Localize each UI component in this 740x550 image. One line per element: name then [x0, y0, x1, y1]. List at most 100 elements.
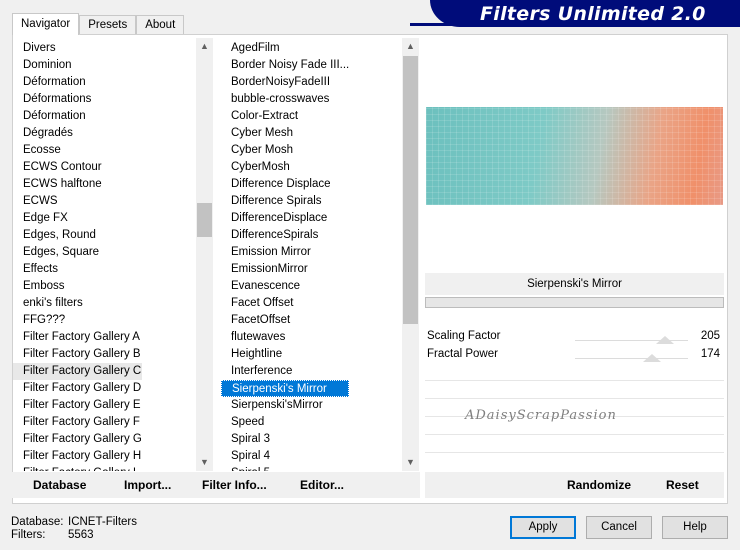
list-item[interactable]: Edges, Round	[13, 227, 142, 244]
list-item[interactable]: enki's filters	[13, 295, 142, 312]
cancel-button[interactable]: Cancel	[586, 516, 652, 539]
list-item[interactable]: FFG???	[13, 312, 142, 329]
list-item[interactable]: Facet Offset	[221, 295, 349, 312]
list-item[interactable]: Spiral 4	[221, 448, 349, 465]
app-title: Filters Unlimited 2.0	[480, 3, 706, 25]
watermark: ADaisyScrapPassion	[465, 408, 617, 423]
apply-button[interactable]: Apply	[510, 516, 576, 539]
param-scaling-factor[interactable]: Scaling Factor 205	[425, 328, 724, 345]
list-item[interactable]: Déformation	[13, 108, 142, 125]
list-item[interactable]: Filter Factory Gallery I	[13, 465, 142, 471]
filter-items: AgedFilm Border Noisy Fade III... BorderNo…	[221, 40, 350, 471]
list-item[interactable]: EmissionMirror	[221, 261, 349, 278]
import-button[interactable]: Import...	[124, 478, 171, 492]
list-item[interactable]: Filter Factory Gallery E	[13, 397, 142, 414]
list-item[interactable]: Filter Factory Gallery G	[13, 431, 142, 448]
database-button[interactable]: Database	[33, 478, 86, 492]
empty-param-line	[425, 434, 724, 435]
list-item[interactable]: Edge FX	[13, 210, 142, 227]
list-item[interactable]: Filter Factory Gallery D	[13, 380, 142, 397]
list-item[interactable]: Difference Spirals	[221, 193, 349, 210]
list-item[interactable]: Divers	[13, 40, 142, 57]
param-name: Scaling Factor	[427, 330, 501, 342]
scroll-thumb[interactable]	[403, 56, 418, 324]
category-list[interactable]: Divers Dominion Déformation Déformations Déf…	[13, 38, 213, 471]
list-item[interactable]: Ecosse	[13, 142, 142, 159]
param-value: 174	[700, 348, 720, 360]
param-name: Fractal Power	[427, 348, 498, 360]
filter-scrollbar[interactable]: ▲ ▼	[402, 38, 419, 471]
help-button[interactable]: Help	[662, 516, 728, 539]
scroll-thumb[interactable]	[197, 203, 212, 237]
preview-toolbar: Randomize Reset	[425, 472, 724, 498]
list-item[interactable]: AgedFilm	[221, 40, 349, 57]
list-item[interactable]: BorderNoisyFadeIII	[221, 74, 349, 91]
reset-button[interactable]: Reset	[666, 478, 699, 492]
list-item[interactable]: Speed	[221, 414, 349, 431]
database-label: Database:	[11, 516, 64, 528]
list-item[interactable]: Dominion	[13, 57, 142, 74]
list-item[interactable]: Effects	[13, 261, 142, 278]
param-slider-thumb[interactable]	[642, 354, 661, 362]
list-item[interactable]: Heightline	[221, 346, 349, 363]
list-item[interactable]: bubble-crosswaves	[221, 91, 349, 108]
list-item[interactable]: DifferenceDisplace	[221, 210, 349, 227]
scroll-down-arrow-icon[interactable]: ▼	[402, 454, 419, 471]
param-slider-track[interactable]	[575, 358, 688, 359]
list-toolbar: Database Import... Filter Info... Editor…	[12, 472, 420, 498]
list-item[interactable]: ECWS halftone	[13, 176, 142, 193]
filter-list[interactable]: AgedFilm Border Noisy Fade III... BorderNo…	[221, 38, 420, 471]
list-item[interactable]: Déformations	[13, 91, 142, 108]
list-item[interactable]: flutewaves	[221, 329, 349, 346]
filters-count-label: Filters:	[11, 529, 46, 541]
list-item[interactable]: Sierpenski's Mirror	[221, 380, 350, 397]
list-item[interactable]: Interference	[221, 363, 349, 380]
tab-navigator[interactable]: Navigator	[12, 13, 80, 35]
empty-param-line	[425, 380, 724, 381]
list-item[interactable]: Filter Factory Gallery F	[13, 414, 142, 431]
randomize-button[interactable]: Randomize	[567, 478, 631, 492]
scroll-up-arrow-icon[interactable]: ▲	[196, 38, 213, 55]
param-slider-thumb[interactable]	[656, 336, 675, 344]
param-fractal-power[interactable]: Fractal Power 174	[425, 346, 724, 363]
database-value: ICNET-Filters	[68, 516, 137, 528]
empty-param-line	[425, 452, 724, 453]
filters-count-value: 5563	[68, 529, 94, 541]
list-item[interactable]: ECWS Contour	[13, 159, 142, 176]
list-item[interactable]: Cyber Mosh	[221, 142, 349, 159]
list-item[interactable]: Cyber Mesh	[221, 125, 349, 142]
list-item[interactable]: Filter Factory Gallery C	[13, 363, 142, 380]
list-item[interactable]: Filter Factory Gallery A	[13, 329, 142, 346]
list-item[interactable]: Emission Mirror	[221, 244, 349, 261]
list-item[interactable]: FacetOffset	[221, 312, 349, 329]
tab-presets[interactable]: Presets	[79, 15, 137, 35]
list-item[interactable]: Spiral 5	[221, 465, 349, 471]
list-item[interactable]: Edges, Square	[13, 244, 142, 261]
list-item[interactable]: Emboss	[13, 278, 142, 295]
app-title-banner: Filters Unlimited 2.0	[410, 0, 740, 27]
list-item[interactable]: ECWS	[13, 193, 142, 210]
param-value: 205	[700, 330, 720, 342]
list-item[interactable]: CyberMosh	[221, 159, 349, 176]
scroll-down-arrow-icon[interactable]: ▼	[196, 454, 213, 471]
list-item[interactable]: Border Noisy Fade III...	[221, 57, 349, 74]
list-item[interactable]: Sierpenski'sMirror	[221, 397, 349, 414]
progress-bar	[425, 297, 724, 308]
preview-area	[425, 38, 724, 272]
list-item[interactable]: Dégradés	[13, 125, 142, 142]
scroll-up-arrow-icon[interactable]: ▲	[402, 38, 419, 55]
list-item[interactable]: DifferenceSpirals	[221, 227, 349, 244]
list-item[interactable]: Evanescence	[221, 278, 349, 295]
list-item[interactable]: Déformation	[13, 74, 142, 91]
category-scrollbar[interactable]: ▲ ▼	[196, 38, 213, 471]
editor-button[interactable]: Editor...	[300, 478, 344, 492]
list-item[interactable]: Filter Factory Gallery H	[13, 448, 142, 465]
list-item[interactable]: Filter Factory Gallery B	[13, 346, 142, 363]
list-item[interactable]: Spiral 3	[221, 431, 349, 448]
list-item[interactable]: Color-Extract	[221, 108, 349, 125]
preview-image	[426, 107, 723, 205]
filter-info-button[interactable]: Filter Info...	[202, 478, 267, 492]
empty-param-line	[425, 398, 724, 399]
list-item[interactable]: Difference Displace	[221, 176, 349, 193]
tab-about[interactable]: About	[136, 15, 185, 35]
